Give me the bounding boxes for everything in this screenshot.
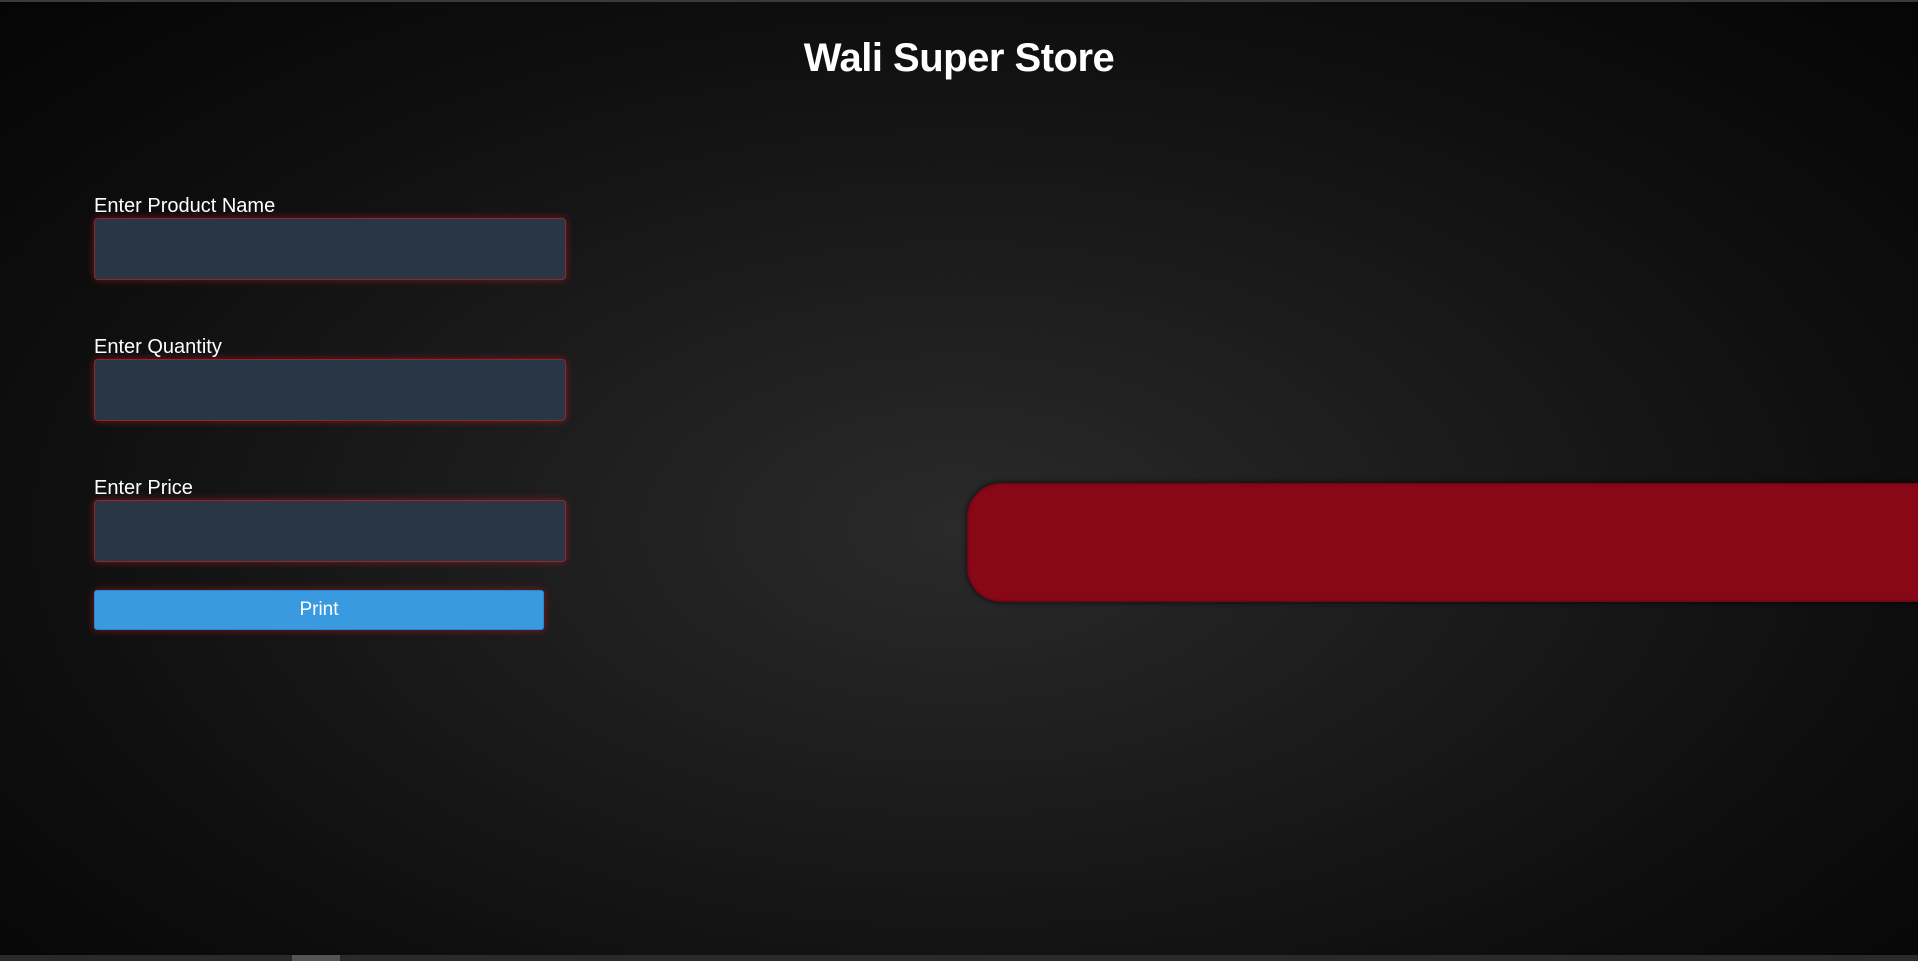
scrollbar-thumb[interactable]	[292, 955, 340, 961]
print-button[interactable]: Print	[94, 590, 544, 630]
quantity-input[interactable]	[94, 359, 566, 421]
price-label: Enter Price	[94, 477, 193, 499]
window-top-border	[0, 0, 1918, 2]
output-panel	[967, 483, 1918, 602]
product-name-label: Enter Product Name	[94, 195, 276, 217]
price-group: Enter Price	[94, 476, 574, 562]
quantity-label: Enter Quantity	[94, 336, 222, 358]
product-name-group: Enter Product Name	[94, 194, 574, 280]
quantity-group: Enter Quantity	[94, 335, 574, 421]
product-name-input[interactable]	[94, 218, 566, 280]
page-title: Wali Super Store	[803, 36, 1115, 80]
price-input[interactable]	[94, 500, 566, 562]
product-form: Enter Product Name Enter Quantity Enter …	[94, 194, 574, 630]
horizontal-scrollbar[interactable]	[0, 955, 1918, 961]
